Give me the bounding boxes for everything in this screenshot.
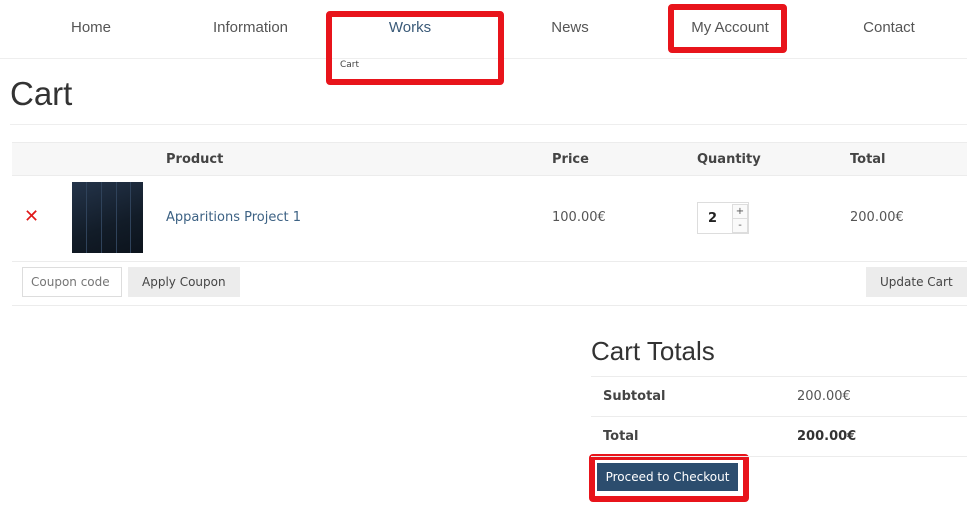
nav-home[interactable]: Home	[70, 19, 112, 36]
nav-news[interactable]: News	[549, 19, 591, 36]
apply-coupon-button[interactable]: Apply Coupon	[128, 267, 240, 297]
page-title: Cart	[10, 75, 73, 112]
quantity-value[interactable]: 2	[708, 211, 717, 226]
product-price: 100.00€	[552, 210, 606, 225]
col-total: Total	[850, 152, 886, 167]
nav-information[interactable]: Information	[208, 19, 293, 36]
update-cart-button[interactable]: Update Cart	[866, 267, 967, 297]
nav-contact[interactable]: Contact	[858, 19, 920, 36]
total-value: 200.00€	[797, 429, 857, 444]
quantity-decrease-button[interactable]: -	[732, 218, 748, 233]
subtotal-value: 200.00€	[797, 389, 851, 404]
cart-totals-title: Cart Totals	[591, 336, 715, 366]
proceed-to-checkout-button[interactable]: Proceed to Checkout	[597, 463, 738, 491]
col-quantity: Quantity	[697, 152, 761, 167]
col-product: Product	[166, 152, 224, 167]
line-total: 200.00€	[850, 210, 904, 225]
cart-actions: Apply Coupon Update Cart	[12, 262, 967, 306]
coupon-code-input[interactable]	[22, 267, 122, 297]
col-price: Price	[552, 152, 589, 167]
product-thumbnail[interactable]	[72, 182, 143, 253]
divider	[10, 124, 967, 125]
subtotal-label: Subtotal	[603, 389, 666, 404]
cart-table-header: Product Price Quantity Total	[12, 142, 967, 176]
highlight-my-account-box	[668, 4, 787, 53]
table-row: ✕ Apparitions Project 1 100.00€ 2 + - 20…	[12, 175, 967, 262]
highlight-works-box	[326, 11, 504, 85]
quantity-increase-button[interactable]: +	[732, 204, 748, 219]
subtotal-row: Subtotal 200.00€	[591, 376, 967, 417]
total-row: Total 200.00€	[591, 416, 967, 457]
remove-item-icon[interactable]: ✕	[24, 206, 39, 227]
total-label: Total	[603, 429, 639, 444]
product-link[interactable]: Apparitions Project 1	[166, 210, 301, 225]
quantity-stepper[interactable]: 2 + -	[697, 202, 749, 234]
